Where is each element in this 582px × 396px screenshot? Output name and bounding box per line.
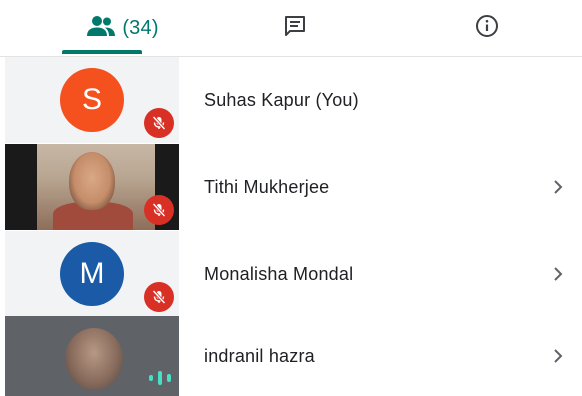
participant-row[interactable]: S Suhas Kapur (You)	[0, 57, 582, 143]
participant-count: (34)	[122, 16, 159, 39]
mic-off-icon	[144, 108, 174, 138]
video-person-face	[69, 152, 115, 210]
participant-row[interactable]: indranil hazra	[0, 316, 582, 396]
video-person-face	[65, 328, 123, 390]
tab-people[interactable]: (34)	[40, 0, 205, 56]
participant-row[interactable]: Tithi Mukherjee	[0, 144, 582, 230]
participant-name: Monalisha Mondal	[204, 263, 354, 284]
avatar: M	[60, 242, 124, 306]
active-tab-indicator	[62, 50, 142, 54]
participant-tile: S	[5, 57, 179, 143]
participants-screen: (34) S Suhas Kapur (You) Tithi Mukherjee…	[0, 0, 582, 396]
tab-bar: (34)	[0, 0, 582, 57]
participant-video	[5, 316, 179, 396]
mic-off-icon	[144, 195, 174, 225]
avatar: S	[60, 68, 124, 132]
chevron-right-icon[interactable]	[548, 177, 568, 197]
chevron-right-icon[interactable]	[548, 346, 568, 366]
tab-chat[interactable]	[212, 0, 377, 56]
mic-off-icon	[144, 282, 174, 312]
participant-tile: M	[5, 231, 179, 317]
participant-name: Tithi Mukherjee	[204, 176, 330, 197]
participant-row[interactable]: M Monalisha Mondal	[0, 231, 582, 317]
participant-name: Suhas Kapur (You)	[204, 89, 359, 110]
chevron-right-icon[interactable]	[548, 264, 568, 284]
participant-video	[5, 144, 179, 230]
participant-name: indranil hazra	[204, 345, 315, 366]
audio-level-icon	[149, 370, 171, 386]
tab-info[interactable]	[404, 0, 569, 56]
chat-icon	[283, 14, 307, 43]
info-icon	[475, 14, 499, 43]
people-icon	[86, 15, 116, 42]
